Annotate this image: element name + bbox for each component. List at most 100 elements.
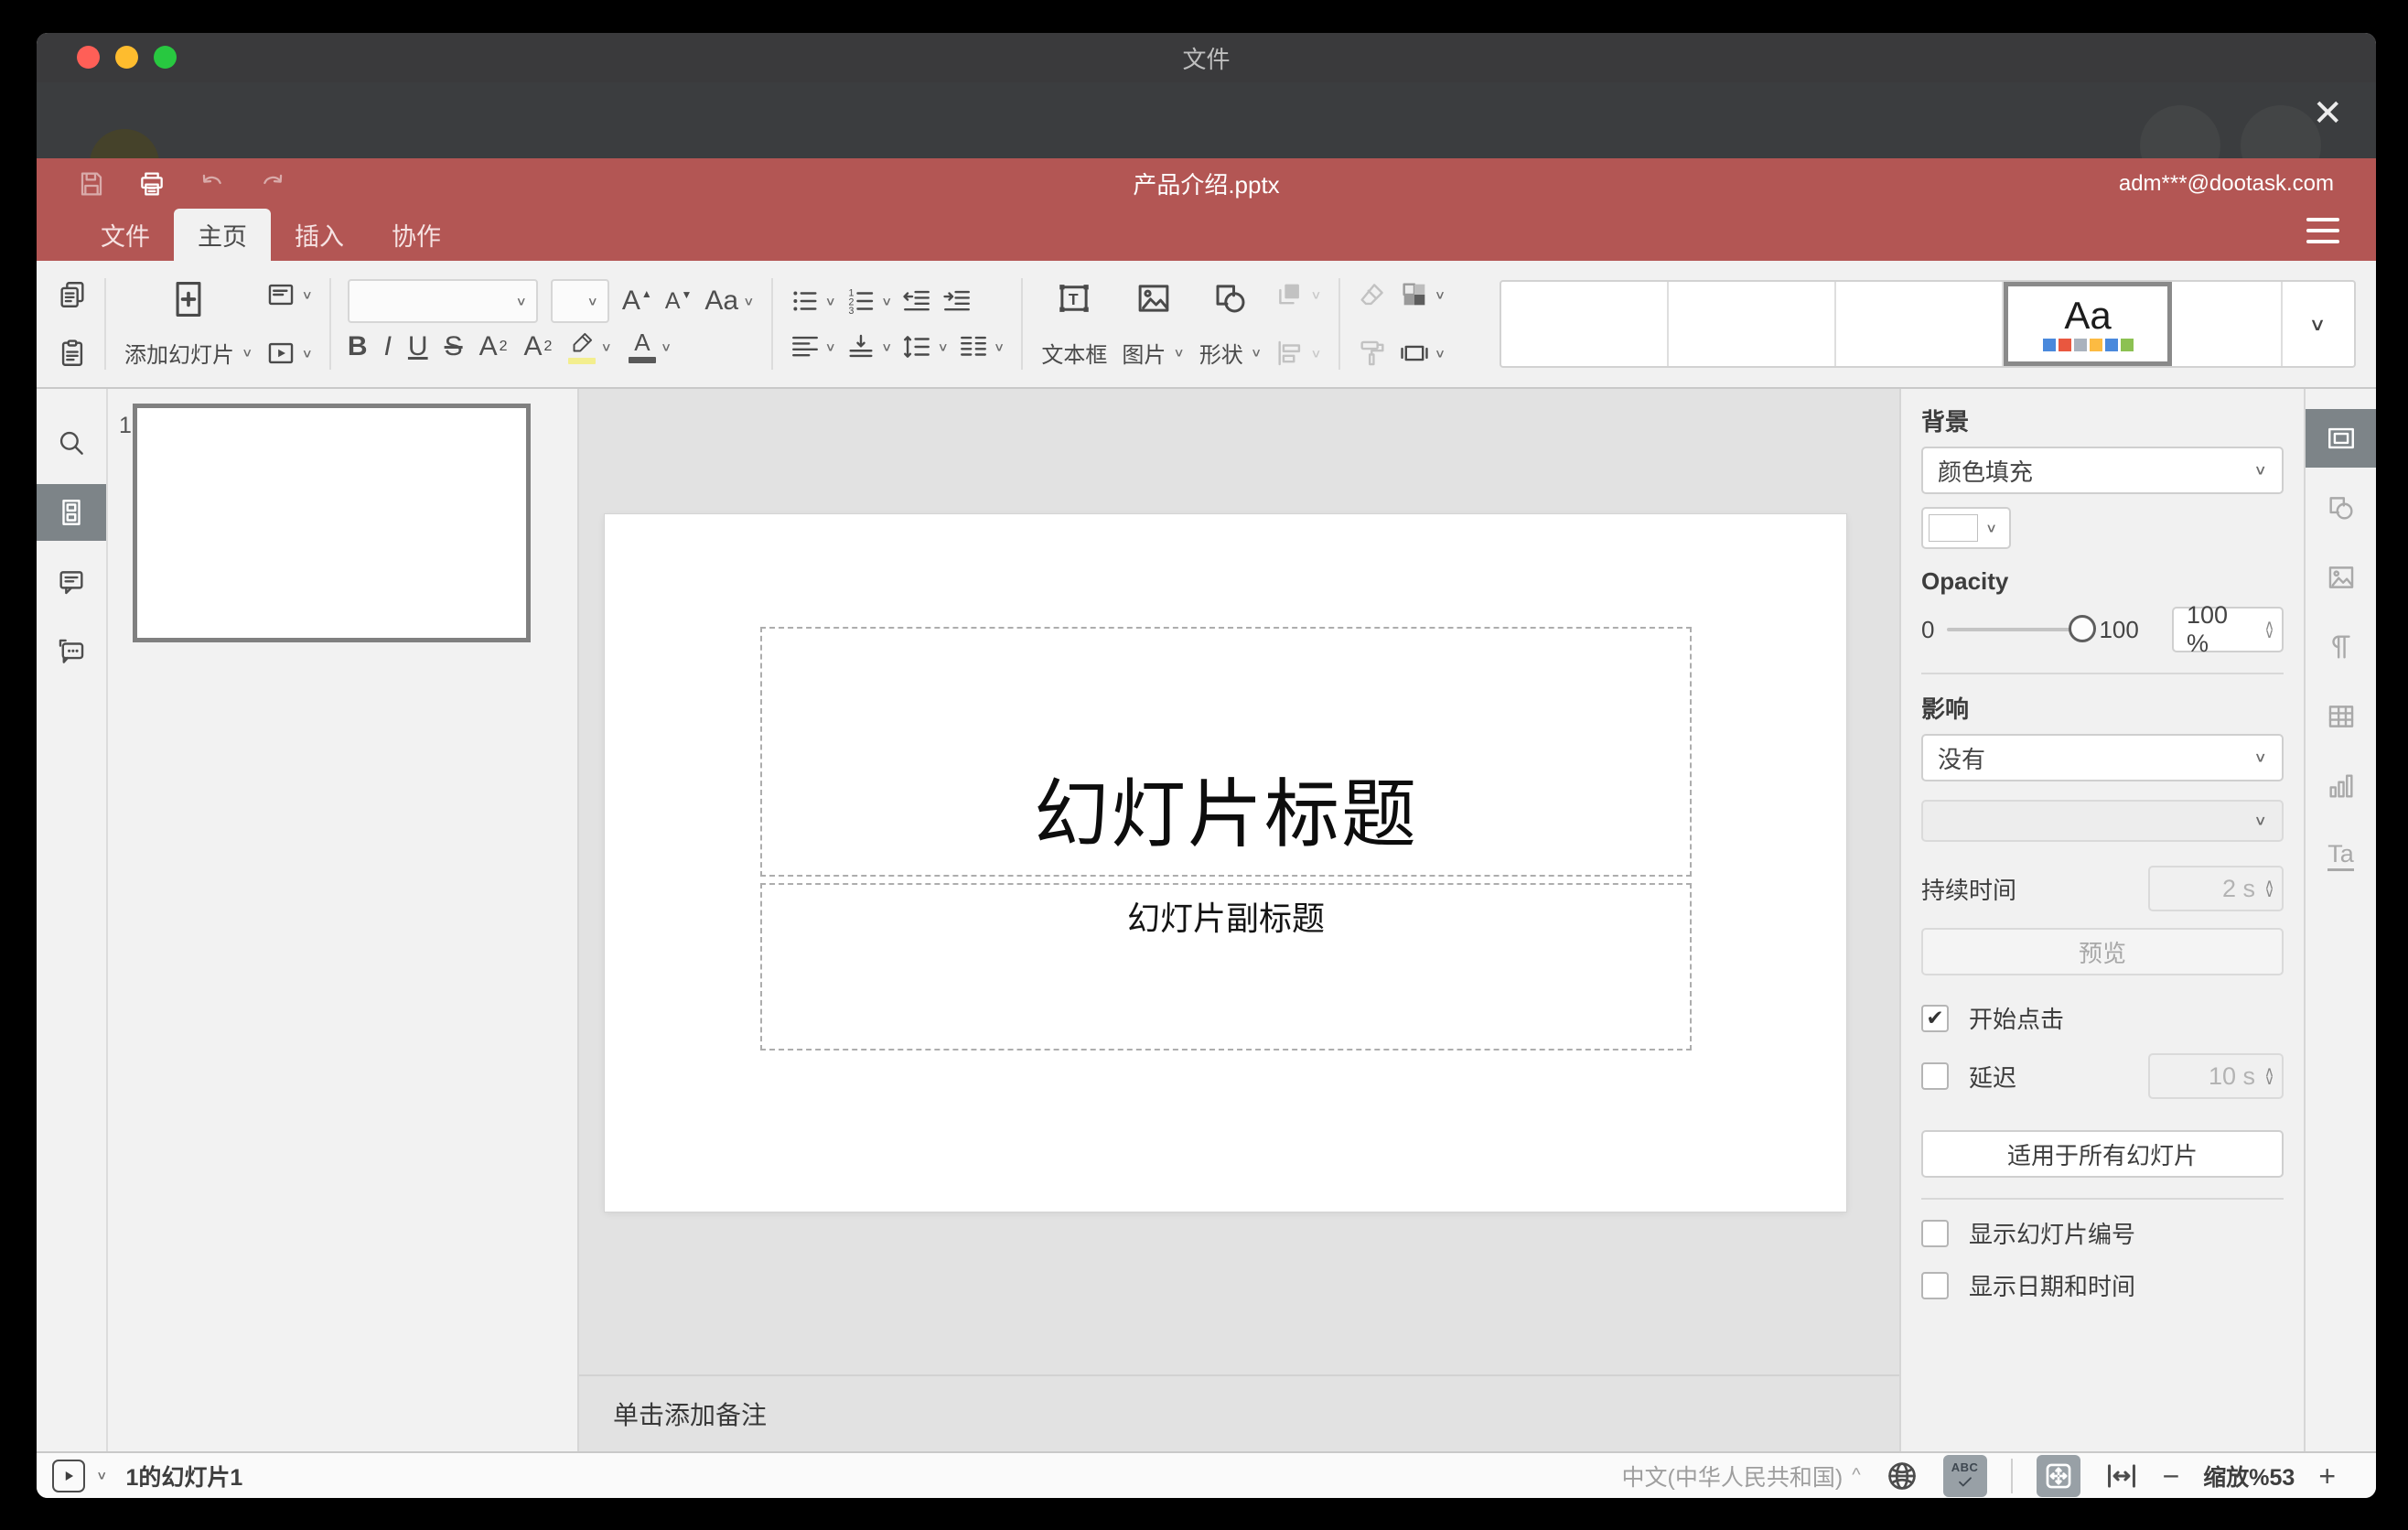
- opacity-spinner[interactable]: 100 % ∧ ∨: [2172, 601, 2284, 657]
- fit-to-slide-button[interactable]: [2036, 1454, 2080, 1497]
- traffic-light-close[interactable]: [77, 46, 100, 69]
- spin-down-icon[interactable]: ∨: [2264, 1073, 2274, 1087]
- slide-layout-button[interactable]: ∨: [265, 279, 313, 310]
- font-name-select[interactable]: ∨: [347, 279, 538, 323]
- decrease-indent-button[interactable]: [901, 286, 932, 317]
- theme-option-selected[interactable]: Aa: [2004, 282, 2172, 366]
- start-preview-button[interactable]: [52, 1459, 85, 1492]
- redo-button[interactable]: [258, 169, 287, 199]
- panel-item-slide-settings[interactable]: [2306, 409, 2376, 468]
- image-icon: [1138, 285, 1168, 312]
- slide-canvas[interactable]: 幻灯片标题 幻灯片副标题: [605, 514, 1846, 1212]
- highlight-color-button[interactable]: ∨: [568, 330, 612, 364]
- spin-down-icon[interactable]: ∨: [2264, 627, 2274, 641]
- traffic-light-minimize[interactable]: [115, 46, 138, 69]
- opacity-slider-knob[interactable]: [2069, 615, 2097, 642]
- change-case-button[interactable]: Aa ∨: [704, 287, 754, 315]
- increase-font-button[interactable]: A ▲: [622, 287, 652, 315]
- panel-item-table-settings[interactable]: [2306, 687, 2376, 746]
- underline-button[interactable]: U: [408, 333, 428, 361]
- sidebar-item-search[interactable]: [37, 415, 106, 471]
- duration-spinner[interactable]: 2 s ∧ ∨: [2148, 866, 2284, 911]
- apply-to-all-slides-button[interactable]: 适用于所有幻灯片: [1921, 1130, 2284, 1178]
- language-selector[interactable]: 中文(中华人民共和国) ^: [1622, 1460, 1861, 1492]
- save-button[interactable]: [77, 169, 106, 199]
- line-spacing-button[interactable]: ∨: [901, 331, 949, 362]
- spin-down-icon[interactable]: ∨: [2264, 886, 2274, 900]
- image-button[interactable]: 图片 ∨: [1120, 275, 1186, 372]
- copy-button[interactable]: [57, 279, 88, 310]
- delay-spinner[interactable]: 10 s ∧ ∨: [2148, 1053, 2284, 1099]
- subscript-button[interactable]: A2: [524, 333, 553, 361]
- sidebar-item-slides[interactable]: [37, 484, 106, 541]
- slide-title-placeholder[interactable]: 幻灯片标题: [760, 627, 1692, 877]
- zoom-in-button[interactable]: +: [2318, 1461, 2336, 1491]
- text-box-button[interactable]: T 文本框: [1039, 275, 1109, 372]
- show-slide-number-checkbox[interactable]: [1921, 1219, 1949, 1247]
- panel-item-paragraph-settings[interactable]: [2306, 618, 2376, 676]
- undo-button[interactable]: [198, 169, 227, 199]
- theme-option[interactable]: [2172, 282, 2283, 366]
- fit-to-width-button[interactable]: [2104, 1459, 2139, 1493]
- theme-option[interactable]: [1669, 282, 1836, 366]
- font-size-select[interactable]: ∨: [550, 279, 609, 323]
- sidebar-item-chat[interactable]: [37, 623, 106, 680]
- effect-type-select[interactable]: ∨: [1921, 800, 2284, 842]
- hamburger-menu-icon[interactable]: [2306, 218, 2339, 243]
- tab-home[interactable]: 主页: [174, 209, 271, 261]
- italic-button[interactable]: I: [384, 333, 392, 361]
- slide-subtitle-placeholder[interactable]: 幻灯片副标题: [760, 883, 1692, 1051]
- slide-size-button[interactable]: ∨: [1399, 338, 1446, 369]
- color-scheme-button[interactable]: ∨: [1399, 279, 1446, 310]
- close-icon[interactable]: ✕: [2312, 95, 2343, 132]
- tab-insert[interactable]: 插入: [271, 209, 368, 261]
- panel-item-image-settings[interactable]: [2306, 548, 2376, 607]
- theme-option[interactable]: [1836, 282, 2004, 366]
- opacity-slider[interactable]: [1947, 615, 2097, 642]
- tab-collaboration[interactable]: 协作: [368, 209, 465, 261]
- slide-thumbnail[interactable]: [133, 404, 531, 642]
- clear-style-button[interactable]: [1357, 279, 1388, 310]
- theme-option[interactable]: [1501, 282, 1669, 366]
- align-shape-button[interactable]: ∨: [1274, 338, 1322, 369]
- traffic-light-zoom[interactable]: [154, 46, 177, 69]
- vertical-align-button[interactable]: ∨: [845, 331, 892, 362]
- columns-button[interactable]: ∨: [958, 331, 1005, 362]
- panel-item-chart-settings[interactable]: [2306, 757, 2376, 815]
- strikethrough-button[interactable]: S: [445, 333, 463, 361]
- horizontal-align-button[interactable]: ∨: [790, 331, 836, 362]
- arrange-shape-button[interactable]: ∨: [1274, 279, 1322, 310]
- document-language-button[interactable]: [1885, 1459, 1919, 1493]
- copy-style-button[interactable]: [1357, 338, 1388, 369]
- shape-button[interactable]: 形状 ∨: [1198, 275, 1263, 372]
- tab-file[interactable]: 文件: [77, 209, 174, 261]
- start-slideshow-button[interactable]: ∨: [265, 338, 313, 369]
- panel-item-textart-settings[interactable]: Ta: [2306, 826, 2376, 885]
- panel-item-shape-settings[interactable]: [2306, 479, 2376, 537]
- decrease-font-button[interactable]: A ▼: [665, 288, 693, 313]
- notes-area[interactable]: 单击添加备注: [579, 1374, 1899, 1451]
- bold-button[interactable]: B: [348, 333, 368, 361]
- start-on-click-checkbox[interactable]: ✔: [1921, 1004, 1949, 1032]
- background-fill-select[interactable]: 颜色填充 ∨: [1921, 447, 2284, 494]
- font-color-button[interactable]: A ∨: [628, 330, 672, 363]
- theme-gallery-expand-button[interactable]: ∨: [2283, 282, 2352, 366]
- shape-icon: [1216, 285, 1245, 313]
- add-slide-button[interactable]: 添加幻灯片 ∨: [123, 275, 254, 372]
- chevron-down-icon: ∨: [301, 287, 313, 302]
- zoom-out-button[interactable]: −: [2163, 1461, 2180, 1491]
- paste-button[interactable]: [57, 338, 88, 369]
- superscript-button[interactable]: A2: [479, 333, 508, 361]
- numbered-list-button[interactable]: 123 ∨: [845, 286, 893, 317]
- effect-select[interactable]: 没有 ∨: [1921, 734, 2284, 781]
- delay-checkbox[interactable]: [1921, 1062, 1949, 1090]
- print-button[interactable]: [137, 169, 167, 199]
- sidebar-item-comments[interactable]: [37, 554, 106, 610]
- increase-indent-button[interactable]: [941, 286, 973, 317]
- background-color-picker[interactable]: ∨: [1921, 507, 2011, 549]
- bullet-list-button[interactable]: ∨: [790, 286, 836, 317]
- preview-button[interactable]: 预览: [1921, 928, 2284, 975]
- chevron-down-icon[interactable]: ∨: [96, 1470, 107, 1482]
- spellcheck-button[interactable]: ABC: [1942, 1454, 1987, 1497]
- show-date-time-checkbox[interactable]: [1921, 1271, 1949, 1299]
